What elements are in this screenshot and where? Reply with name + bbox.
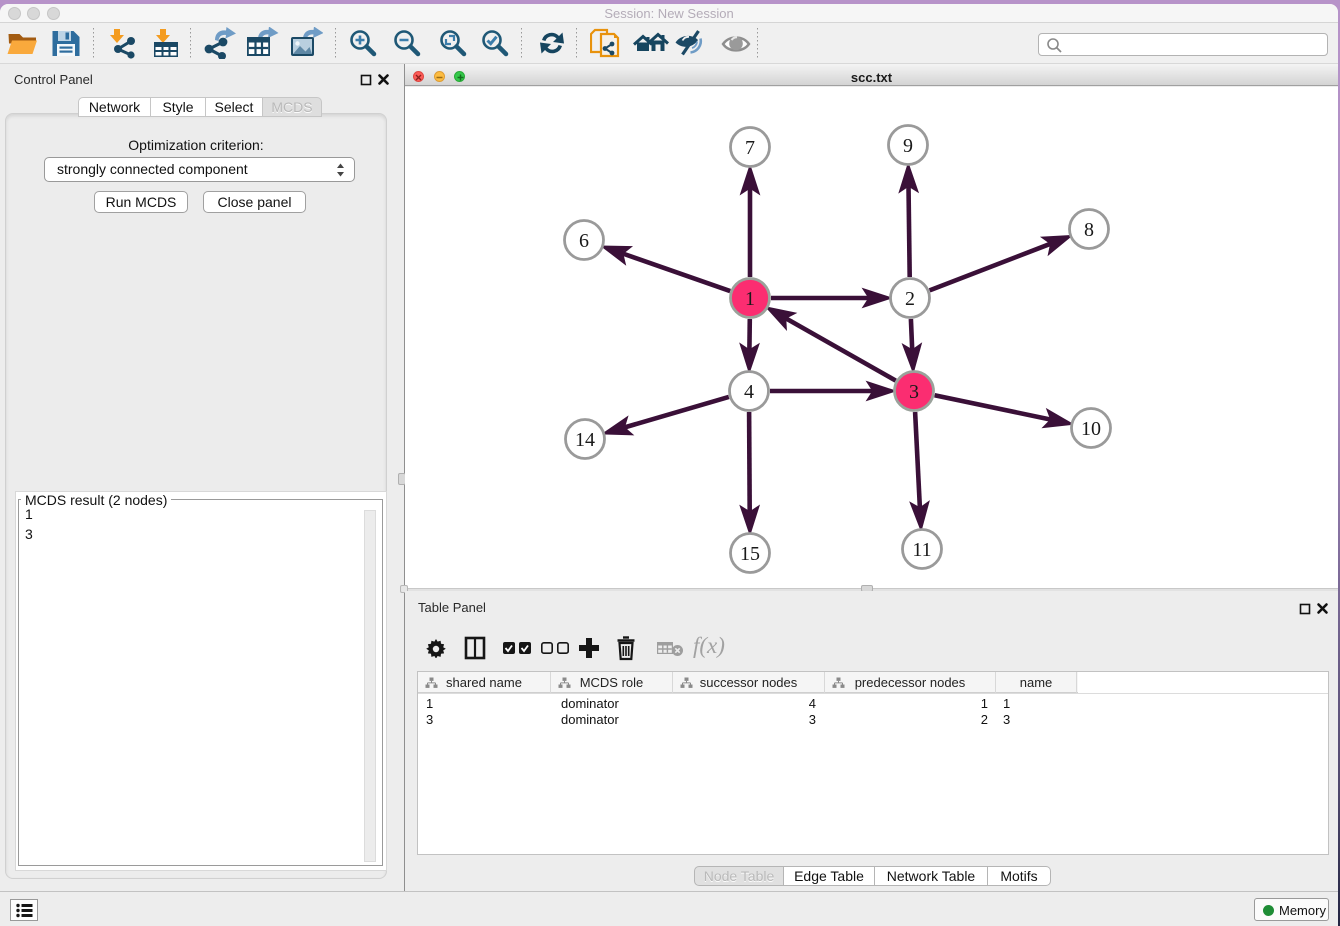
svg-text:3: 3 xyxy=(909,381,919,403)
svg-text:2: 2 xyxy=(905,288,915,310)
svg-text:1: 1 xyxy=(745,288,755,310)
svg-text:14: 14 xyxy=(575,429,595,451)
svg-text:7: 7 xyxy=(745,137,755,159)
svg-text:11: 11 xyxy=(912,539,931,561)
svg-text:9: 9 xyxy=(903,135,913,157)
svg-text:4: 4 xyxy=(744,381,754,403)
svg-text:15: 15 xyxy=(740,543,760,565)
svg-text:8: 8 xyxy=(1084,219,1094,241)
svg-text:6: 6 xyxy=(579,230,589,252)
svg-text:10: 10 xyxy=(1081,418,1101,440)
